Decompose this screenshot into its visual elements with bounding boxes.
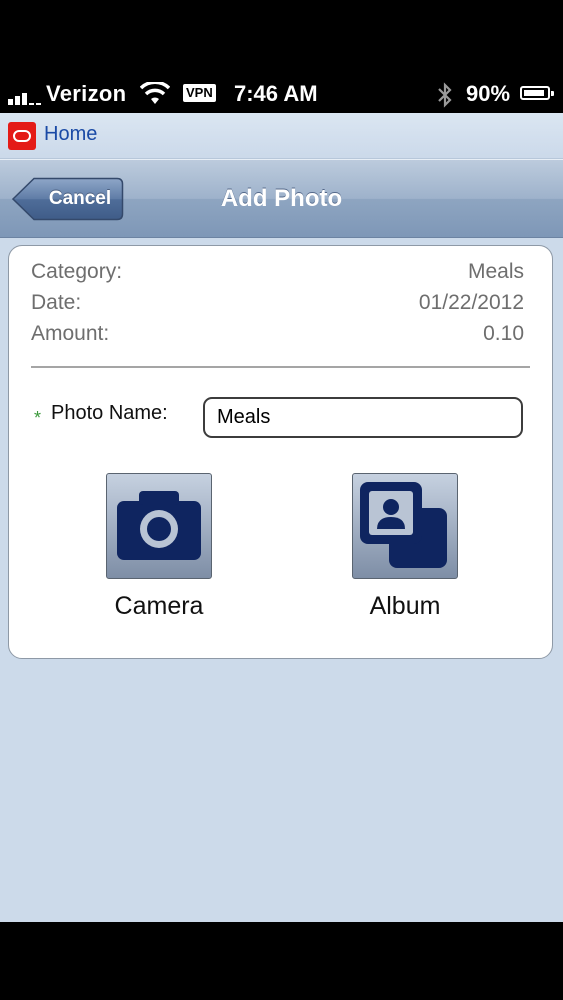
vpn-badge: VPN xyxy=(183,84,216,102)
cancel-label: Cancel xyxy=(48,188,112,209)
photo-album-icon xyxy=(360,482,447,568)
bottom-bar xyxy=(0,922,563,1000)
detail-label: Category: xyxy=(31,260,123,283)
camera-button[interactable] xyxy=(106,473,212,579)
wifi-icon xyxy=(140,82,170,104)
detail-row-date: Date: 01/22/2012 xyxy=(31,291,524,321)
bluetooth-icon xyxy=(438,82,452,108)
battery-percent: 90% xyxy=(466,81,511,106)
camera-label: Camera xyxy=(114,592,204,620)
detail-value: Meals xyxy=(467,260,524,283)
camera-icon xyxy=(117,491,201,560)
album-button[interactable] xyxy=(352,473,458,579)
signal-bars-icon xyxy=(8,89,44,105)
navigation-bar: Add Photo Cancel xyxy=(0,159,563,238)
detail-row-amount: Amount: 0.10 xyxy=(31,322,524,352)
carrier-name: Verizon xyxy=(46,81,127,106)
detail-value: 01/22/2012 xyxy=(418,291,524,314)
oracle-logo-icon[interactable] xyxy=(8,122,36,150)
divider xyxy=(31,366,530,368)
battery-icon xyxy=(520,86,554,100)
home-bar: Home xyxy=(0,113,563,159)
clock: 7:46 AM xyxy=(234,81,318,106)
album-label: Album xyxy=(369,592,441,620)
detail-label: Date: xyxy=(31,291,82,314)
detail-row-category: Category: Meals xyxy=(31,260,524,290)
home-link[interactable]: Home xyxy=(44,123,97,146)
detail-value: 0.10 xyxy=(483,322,524,345)
app-screen: Home Add Photo Cancel Category: Meals Da… xyxy=(0,113,563,922)
photo-form-card: Category: Meals Date: 01/22/2012 Amount:… xyxy=(8,245,553,659)
detail-label: Amount: xyxy=(31,322,110,345)
required-marker: * xyxy=(34,408,42,428)
cancel-button[interactable]: Cancel xyxy=(12,177,124,221)
status-bar: Verizon VPN 7:46 AM 90% xyxy=(0,0,563,113)
photo-name-input[interactable] xyxy=(203,397,523,438)
photo-name-label: Photo Name: xyxy=(51,402,168,424)
